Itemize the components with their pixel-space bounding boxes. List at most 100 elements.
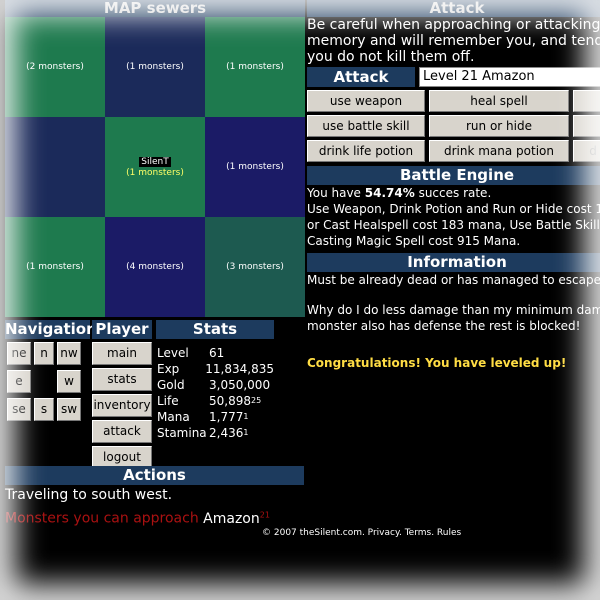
- attack-button[interactable]: attack: [92, 420, 152, 443]
- battle-engine-title: Battle Engine: [307, 166, 600, 185]
- nav-nw-button[interactable]: nw: [57, 342, 81, 365]
- footer[interactable]: © 2007 theSilent.com. Privacy. Terms. Ru…: [262, 528, 461, 538]
- drink-life-potion-button[interactable]: drink life potion: [307, 140, 425, 162]
- stat-regen: 1: [243, 428, 249, 437]
- actions-title: Actions: [5, 466, 304, 485]
- monster-level: 21: [259, 510, 270, 519]
- nav-n-button[interactable]: n: [34, 342, 54, 365]
- nav-e-button[interactable]: e: [7, 370, 31, 393]
- success-rate-suffix: succes rate.: [414, 186, 492, 200]
- success-rate: You have 54.74% succes rate.: [307, 185, 600, 201]
- monster-count: (4 monsters): [126, 262, 184, 272]
- nav-s-button[interactable]: s: [34, 398, 54, 421]
- success-rate-prefix: You have: [307, 186, 365, 200]
- map-cell[interactable]: (4 monsters): [105, 217, 205, 317]
- player-marker: SilenT: [139, 156, 171, 167]
- monster-count: (2 monsters): [26, 62, 84, 72]
- battle-line: Casting Magic Spell cost 915 Mana.: [307, 234, 521, 248]
- warning-line: you do not kill them off.: [307, 49, 475, 65]
- stat-key: Stamina: [157, 426, 207, 440]
- stat-value: 1,777: [209, 410, 244, 424]
- heal-spell-button[interactable]: heal spell: [429, 90, 569, 112]
- target-select[interactable]: Level 21 Amazon: [418, 67, 600, 87]
- map-cell[interactable]: (1 monsters): [5, 217, 105, 317]
- stat-row: Mana 1,777 1: [157, 409, 274, 425]
- map-cell[interactable]: (1 monsters): [105, 17, 205, 117]
- attack-panel: Attack Be careful when approaching or at…: [307, 0, 600, 370]
- monster-count: (1 monsters): [126, 167, 184, 178]
- navigation-title: Navigation: [5, 320, 97, 339]
- stat-key: Life: [157, 394, 179, 408]
- stat-key: Exp: [157, 362, 180, 376]
- monster-count: (1 monsters): [126, 62, 184, 72]
- navigation-panel: Navigation ne n nw e w se s sw: [5, 320, 97, 421]
- monster-count: (1 monsters): [26, 262, 84, 272]
- nav-se-button[interactable]: se: [7, 398, 31, 421]
- use-battle-skill-button[interactable]: use battle skill: [307, 115, 425, 137]
- info-line: Why do I do less damage than my minimum …: [307, 303, 600, 317]
- battle-line: or Cast Healspell cost 183 mana, Use Bat…: [307, 218, 600, 232]
- map-cell[interactable]: (1 monsters): [205, 117, 305, 217]
- drink-mana-potion-button[interactable]: drink mana potion: [429, 140, 569, 162]
- stat-value: 3,050,000: [209, 378, 271, 392]
- stats-button[interactable]: stats: [92, 368, 152, 391]
- stat-key: Gold: [157, 378, 185, 392]
- stat-value: 2,436: [209, 426, 244, 440]
- monster-count: (3 monsters): [226, 262, 284, 272]
- information-title: Information: [307, 253, 600, 272]
- use-weapon-button[interactable]: use weapon: [307, 90, 425, 112]
- map-grid: (2 monsters) (1 monsters) (1 monsters) Sile…: [5, 17, 305, 317]
- stat-value: 11,834,835: [205, 362, 274, 376]
- stat-regen: 1: [243, 412, 249, 421]
- warning-line: Be careful when approaching or attacking…: [307, 17, 600, 33]
- monster-count: (1 monsters): [226, 162, 284, 172]
- approach-label: Monsters you can approach: [5, 510, 199, 527]
- extra-button-3[interactable]: d: [573, 140, 600, 162]
- map-cell[interactable]: (3 monsters): [205, 217, 305, 317]
- nav-sw-button[interactable]: sw: [57, 398, 81, 421]
- monster-count: (1 monsters): [226, 62, 284, 72]
- extra-button-2[interactable]: [573, 115, 600, 137]
- attack-buttons: use weapon heal spell use battle skill r…: [307, 90, 600, 162]
- stat-value: 61: [209, 346, 225, 360]
- actions-panel: Actions Traveling to south west. Monster…: [5, 466, 304, 529]
- map-cell[interactable]: SilenT (1 monsters): [105, 117, 205, 217]
- stat-key: Mana: [157, 410, 190, 424]
- stat-row: Gold 3,050,000: [157, 377, 274, 393]
- main-button[interactable]: main: [92, 342, 152, 365]
- attack-label: Attack: [307, 67, 415, 87]
- stat-row: Life 50,898 25: [157, 393, 274, 409]
- warning-line: memory and will remember you, and tend t…: [307, 33, 600, 49]
- success-rate-value: 54.74%: [364, 186, 415, 200]
- level-up-message: Congratulations! You have leveled up!: [307, 356, 567, 370]
- nav-center: [34, 370, 54, 391]
- stat-row: Stamina 2,436 1: [157, 425, 274, 441]
- info-line: Must be already dead or has managed to e…: [307, 273, 600, 287]
- map-cell[interactable]: (1 monsters): [205, 17, 305, 117]
- player-title: Player: [92, 320, 152, 339]
- stat-key: Level: [157, 346, 189, 360]
- player-panel: Player main stats inventory attack logou…: [92, 320, 152, 469]
- attack-target-row: Attack Level 21 Amazon: [307, 67, 600, 87]
- attack-title: Attack: [307, 0, 600, 17]
- map-cell[interactable]: (2 monsters): [5, 17, 105, 117]
- battle-line: Use Weapon, Drink Potion and Run or Hide…: [307, 202, 600, 216]
- game-frame: MAP sewers (2 monsters) (1 monsters) (1 mo…: [0, 0, 600, 600]
- nav-w-button[interactable]: w: [57, 370, 81, 393]
- travel-status: Traveling to south west.: [5, 487, 173, 503]
- stat-row: Level 61: [157, 345, 274, 361]
- run-or-hide-button[interactable]: run or hide: [429, 115, 569, 137]
- stat-regen: 25: [251, 396, 262, 405]
- inventory-button[interactable]: inventory: [92, 394, 152, 417]
- stats-title: Stats: [156, 320, 274, 339]
- extra-button-1[interactable]: [573, 90, 600, 112]
- stat-value: 50,898: [209, 394, 251, 408]
- info-line: monster also has defense the rest is blo…: [307, 319, 581, 333]
- nav-ne-button[interactable]: ne: [7, 342, 31, 365]
- map-title: MAP sewers: [5, 0, 305, 17]
- approach-line: Monsters you can approach Amazon21: [5, 505, 304, 529]
- monster-link[interactable]: Amazon21: [203, 510, 270, 527]
- map-cell[interactable]: [5, 117, 105, 217]
- monster-name[interactable]: Amazon: [203, 511, 260, 527]
- stats-panel: Stats Level 61 Exp 11,834,835 Gold 3,050,000 L…: [156, 320, 274, 441]
